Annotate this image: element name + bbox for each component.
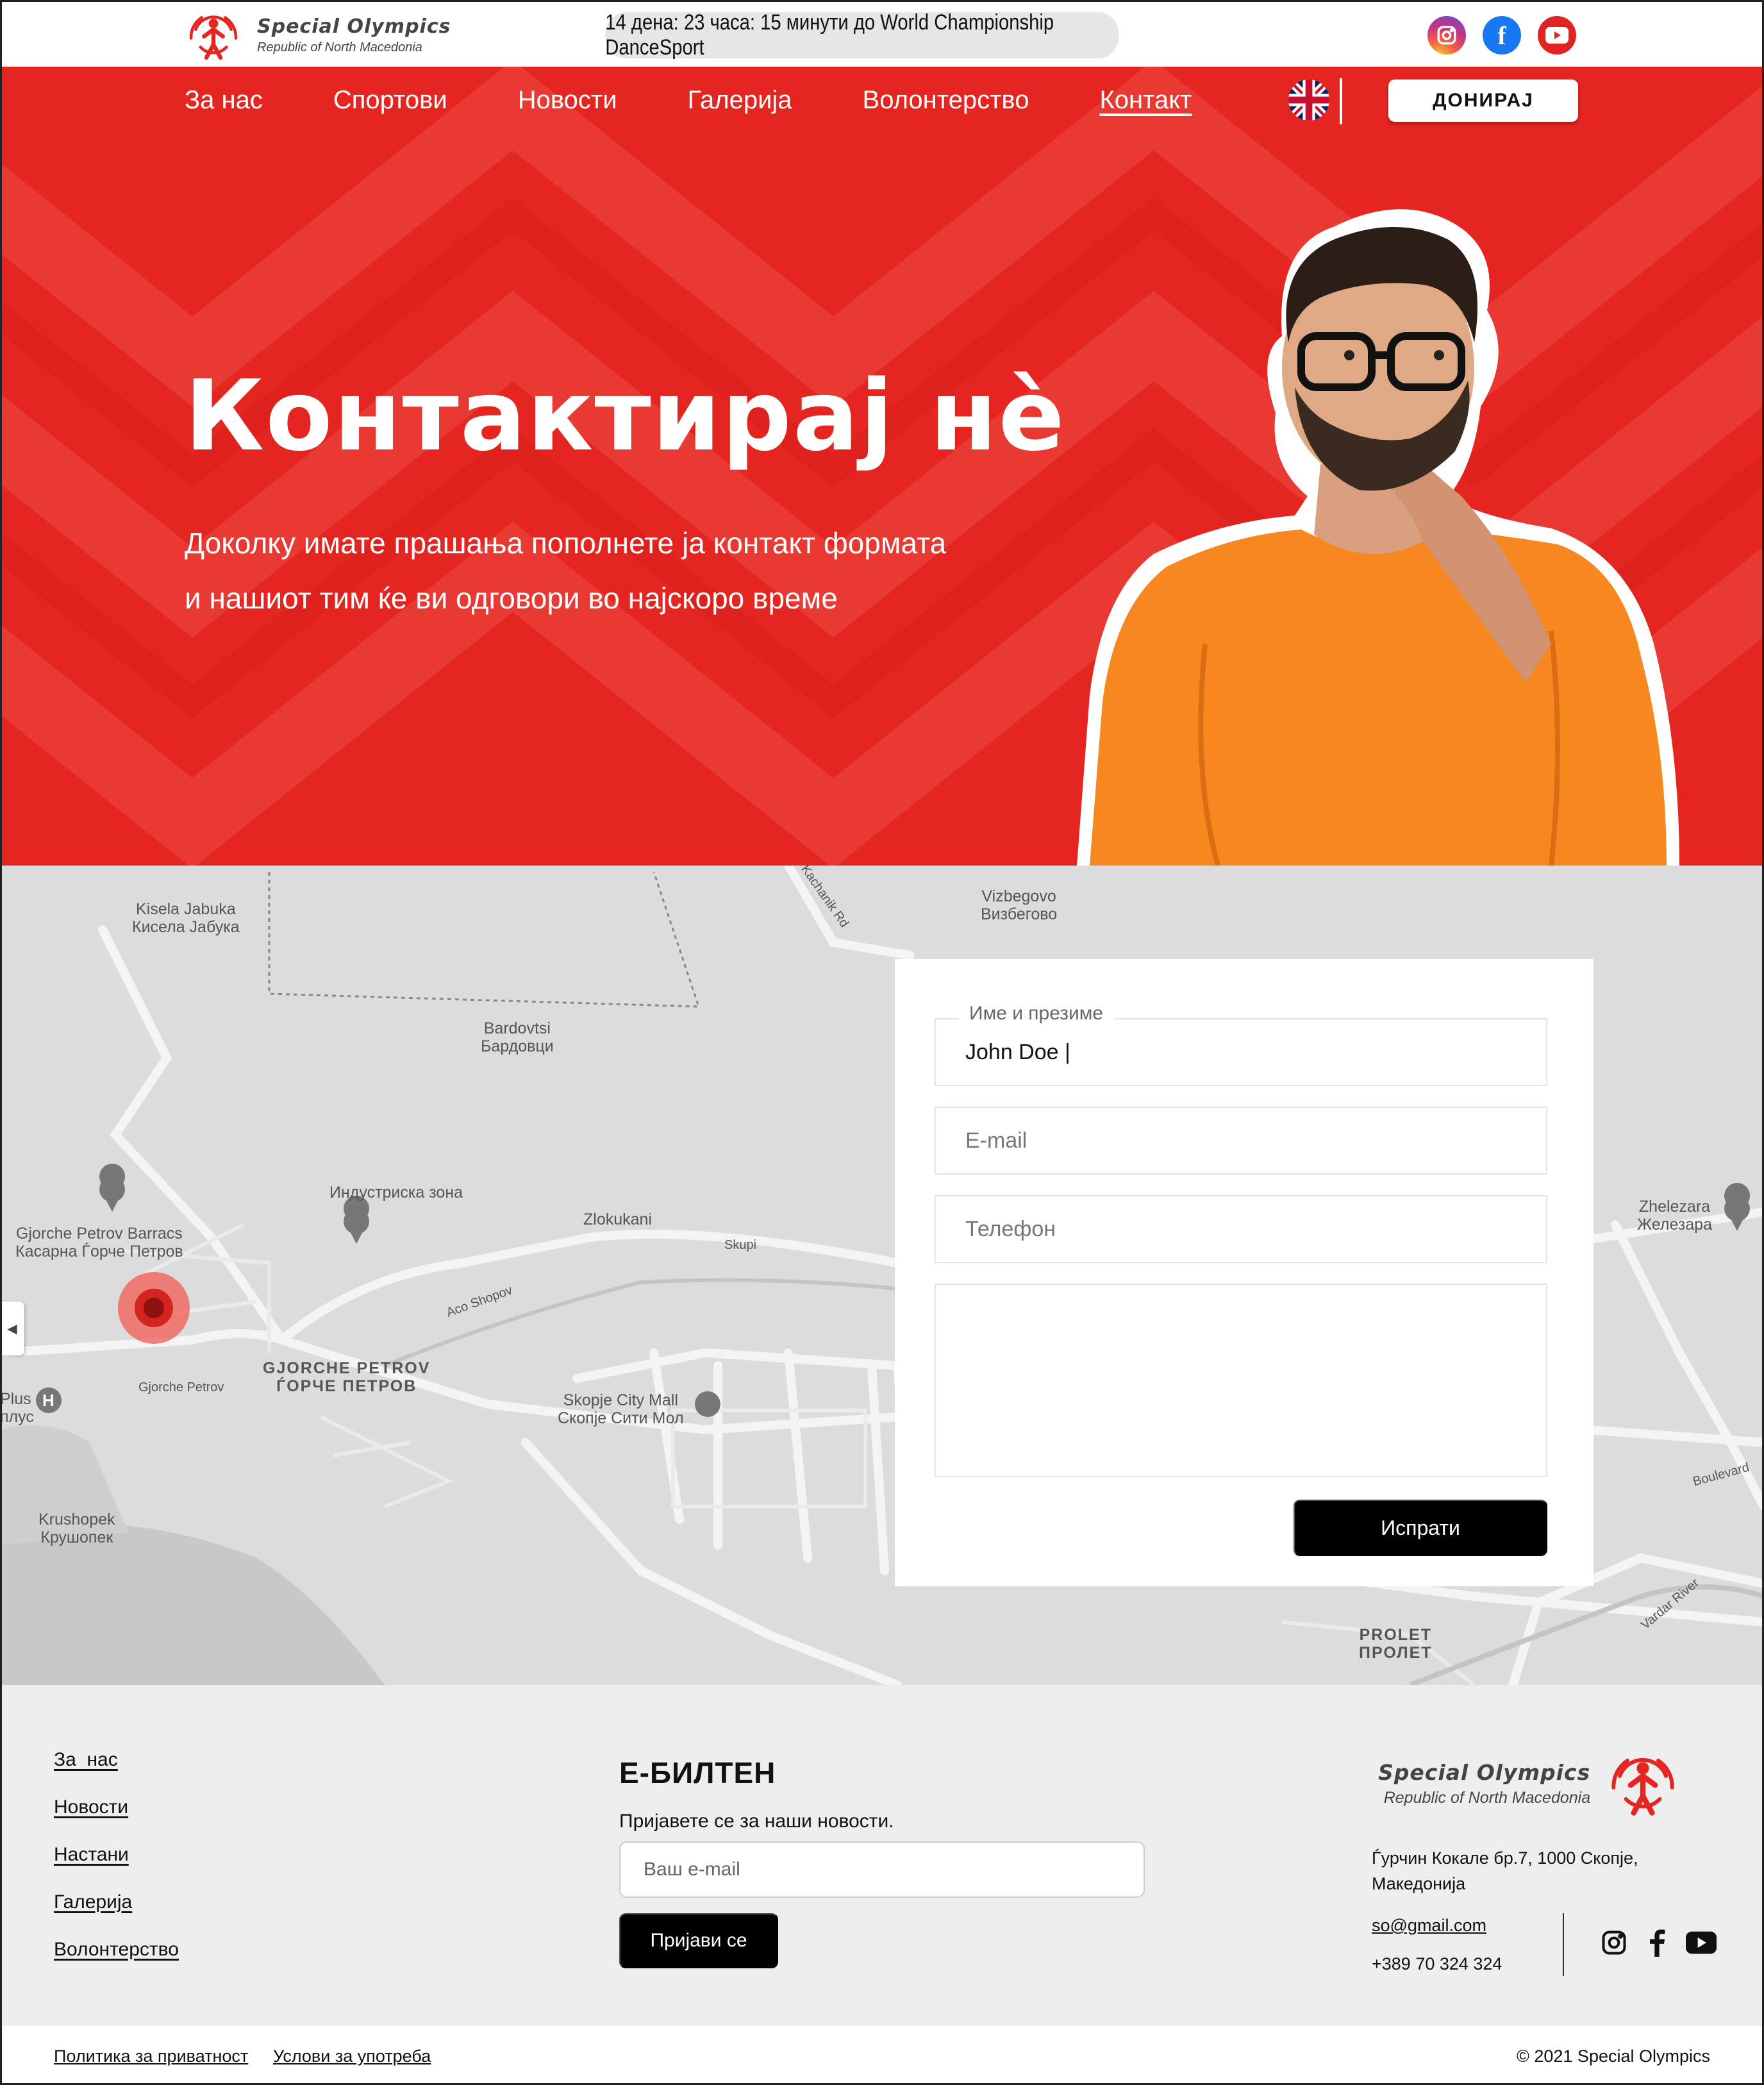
map-label-barracks: Gjorche Petrov Barracs Касарна Ѓорче Петр… [15,1225,183,1260]
footer-logo[interactable]: Special Olympics Republic of North Maced… [1378,1745,1681,1822]
nav-divider [1340,78,1342,124]
top-bar: Special Olympics Republic of North Maced… [0,0,1764,67]
footer-brand-subtitle: Republic of North Macedonia [1383,1789,1591,1807]
terms-of-use-link[interactable]: Услови за употреба [273,2047,431,2066]
phone-field-placeholder: Телефон [965,1216,1056,1241]
footer-divider [1563,1913,1564,1976]
page-title: Контактирај нè [185,359,1066,473]
footer-link-events[interactable]: Настани [54,1844,179,1866]
facebook-icon[interactable]: f [1483,16,1521,54]
footer-link-volunteering[interactable]: Волонтерство [54,1939,179,1961]
site-logo[interactable]: Special Olympics Republic of North Maced… [184,6,451,65]
name-field[interactable]: Име и презиме John Doe | [935,1003,1547,1086]
email-field[interactable]: E-mail [935,1107,1547,1175]
newsletter-email-input[interactable]: Ваш e-mail [619,1841,1145,1898]
name-field-value: John Doe | [965,1039,1070,1064]
event-countdown: 14 дена: 23 часа: 15 минути до World Cha… [605,10,1119,60]
footer-bottom-bar: Политика за приватност Услови за употреб… [0,2026,1764,2085]
footer-phone: +389 70 324 324 [1372,1954,1502,1973]
top-social-links: f [1427,16,1576,54]
hero-subtitle-line-1: Доколку имате прашања пополнете ја конта… [185,526,947,560]
map-label-skupi: Skupi [724,1238,757,1252]
nav-item-gallery[interactable]: Галерија [688,86,792,115]
youtube-icon[interactable] [1686,1931,1717,1954]
map-label-krushopek: Krushopek Крушопек [38,1511,115,1546]
main-nav: За нас Спортови Новости Галерија Волонте… [185,86,1192,115]
footer-brand-name: Special Olympics [1378,1760,1591,1785]
map-collapse-handle[interactable]: ◀ [0,1302,24,1355]
map-label-industrial-zone: Индустриска зона [329,1184,463,1202]
footer-social-links [1600,1929,1717,1957]
contact-form: Име и презиме John Doe | E-mail Телефон … [895,959,1593,1586]
map-label-kisela-jabuka: Kisela Jabuka Кисела Јабука [132,900,240,936]
hero-subtitle: Доколку имате прашања пополнете ја конта… [185,515,1082,626]
svg-text:H: H [42,1391,54,1410]
footer-link-news[interactable]: Новости [54,1796,179,1818]
uk-flag-icon[interactable] [1288,80,1329,121]
map-label-plus: Plus плус [0,1390,34,1426]
address-line-1: Ѓурчин Кокале бр.7, 1000 Скопје, [1372,1848,1638,1868]
footer-address: Ѓурчин Кокале бр.7, 1000 Скопје, Македон… [1372,1845,1679,1897]
hero-subtitle-line-2: и нашиот тим ќе ви одговори во најскоро … [185,582,838,615]
instagram-icon[interactable] [1600,1929,1628,1957]
footer: За нас Новости Настани Галерија Волонтер… [0,1685,1764,2026]
brand-name: Special Olympics [257,15,451,38]
special-olympics-logo-icon [189,15,238,60]
special-olympics-logo-icon [1611,1758,1674,1816]
copyright: © 2021 Special Olympics [1516,2047,1710,2066]
donate-button[interactable]: ДОНИРАЈ [1388,80,1578,122]
privacy-policy-link[interactable]: Политика за приватност [54,2047,248,2066]
footer-links: За нас Новости Настани Галерија Волонтер… [54,1749,179,1961]
nav-item-volunteering[interactable]: Волонтерство [863,86,1029,115]
name-field-label: Име и презиме [959,1003,1114,1025]
map-label-prolet: PROLET ПРОЛЕТ [1359,1626,1433,1662]
footer-link-about[interactable]: За нас [54,1749,179,1771]
map-label-zhelezara: Zhelezara Железара [1637,1198,1712,1234]
newsletter-subscribe-button[interactable]: Пријави се [619,1913,778,1968]
footer-link-gallery[interactable]: Галерија [54,1891,179,1913]
youtube-icon[interactable] [1538,16,1576,54]
facebook-icon[interactable] [1647,1929,1667,1957]
phone-field[interactable]: Телефон [935,1195,1547,1263]
instagram-icon[interactable] [1427,16,1466,54]
nav-item-news[interactable]: Новости [518,86,617,115]
brand-subtitle: Republic of North Macedonia [257,40,422,54]
map-label-zlokukani: Zlokukani [583,1210,652,1228]
footer-email-link[interactable]: so@gmail.com [1372,1916,1486,1936]
message-field[interactable] [935,1284,1547,1477]
address-line-2: Македонија [1372,1874,1466,1893]
send-button[interactable]: Испрати [1294,1500,1547,1556]
map-label-gjorche-petrov-road: Gjorche Petrov [138,1380,224,1394]
newsletter-email-placeholder: Ваш e-mail [644,1859,740,1880]
map-label-city-mall: Skopje City Mall Скопје Сити Мол [558,1391,684,1427]
nav-item-sports[interactable]: Спортови [333,86,447,115]
nav-item-about[interactable]: За нас [185,86,263,115]
nav-item-contact[interactable]: Контакт [1099,86,1192,115]
email-field-placeholder: E-mail [965,1128,1028,1153]
location-map[interactable]: H Kisela Jabuka Кисела Јабука Vizbegovo Ви… [0,866,1764,1685]
hero-section: За нас Спортови Новости Галерија Волонте… [0,67,1764,866]
thinking-man-illustration [1077,209,1679,866]
map-label-bardovtsi: Bardovtsi Бардовци [481,1019,554,1055]
newsletter-title: Е-БИЛТЕН [619,1756,776,1789]
map-label-gjorche-petrov: GJORCHE PETROV ЃОРЧЕ ПЕТРОВ [263,1359,431,1395]
newsletter-subtitle: Пријавете се за наши новости. [619,1811,894,1832]
map-label-vizbegovo: Vizbegovo Визбегово [981,887,1058,923]
